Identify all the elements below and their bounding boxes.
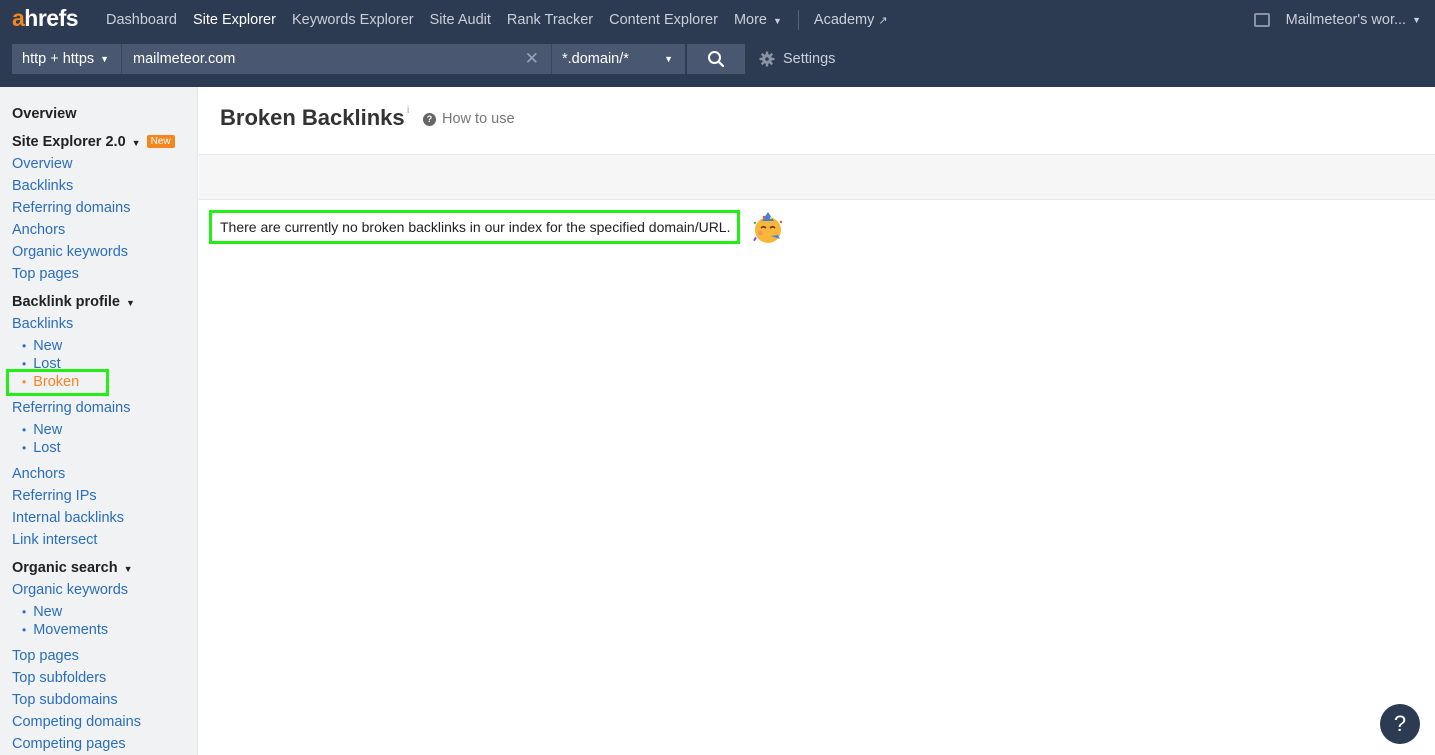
sidebar-item-organic-keywords[interactable]: Organic keywords — [12, 244, 128, 260]
info-icon[interactable]: i — [407, 105, 409, 116]
nav-divider — [797, 10, 799, 30]
url-input[interactable]: mailmeteor.com ✕ — [122, 44, 552, 74]
how-to-use-label: How to use — [442, 111, 515, 127]
sidebar-item-referring-domains[interactable]: Referring domains — [12, 400, 130, 416]
how-to-use-link[interactable]: ? How to use — [423, 111, 515, 127]
sidebar-subitem-label: Lost — [33, 440, 61, 456]
bullet: • — [22, 441, 27, 455]
sidebar-subitem-new[interactable]: • New — [22, 422, 62, 438]
nav-site-explorer[interactable]: Site Explorer — [193, 12, 276, 28]
question-icon: ? — [423, 112, 436, 126]
sidebar-subitem-label: New — [33, 338, 63, 354]
sidebar-subitem-new[interactable]: • New — [22, 338, 62, 354]
protocol-select[interactable]: http + https ▼ — [12, 44, 122, 74]
sidebar-item-anchors[interactable]: Anchors — [12, 222, 65, 238]
chevron-down-icon: ▼ — [664, 54, 673, 64]
sidebar-item-overview[interactable]: Overview — [12, 156, 72, 172]
bullet: • — [22, 623, 27, 637]
help-button[interactable]: ? — [1380, 704, 1420, 744]
sidebar-item-backlinks[interactable]: Backlinks — [12, 316, 73, 332]
nav-content-explorer[interactable]: Content Explorer — [609, 12, 718, 28]
sidebar-subitem-label: New — [33, 422, 63, 438]
sidebar-item-referring-ips[interactable]: Referring IPs — [12, 488, 97, 504]
sidebar-item-anchors[interactable]: Anchors — [12, 466, 65, 482]
mode-value: *.domain/* — [562, 51, 629, 67]
sidebar-subitem-label: New — [33, 604, 63, 620]
chevron-down-icon: ▼ — [126, 298, 135, 308]
sidebar-subitem-new[interactable]: • New — [22, 604, 62, 620]
external-link-icon: ↗ — [878, 15, 888, 27]
sidebar-head-label: Backlink profile — [12, 294, 120, 310]
main-nav: ahrefs Dashboard Site Explorer Keywords … — [0, 0, 1435, 40]
protocol-value: http + https — [22, 51, 95, 67]
sidebar-item-top-pages[interactable]: Top pages — [12, 266, 79, 282]
gear-icon — [759, 51, 775, 67]
nav-rank-tracker[interactable]: Rank Tracker — [507, 12, 593, 28]
nav-academy[interactable]: Academy ↗ — [814, 12, 888, 28]
account-menu[interactable]: Mailmeteor's wor... ▼ — [1253, 0, 1421, 40]
nav-academy-label: Academy — [813, 12, 875, 28]
mode-select[interactable]: *.domain/* ▼ — [552, 44, 685, 74]
empty-state-message: There are currently no broken backlinks … — [209, 210, 740, 244]
page-title: Broken Backlinks — [220, 105, 405, 130]
empty-state-text: There are currently no broken backlinks … — [220, 219, 731, 235]
search-icon — [708, 51, 725, 68]
chevron-down-icon: ▼ — [131, 138, 141, 148]
nav-keywords-explorer[interactable]: Keywords Explorer — [292, 12, 414, 28]
sidebar-subitem-lost[interactable]: • Lost — [22, 440, 61, 456]
nav-more-label: More — [733, 12, 767, 28]
nav-more[interactable]: More ▼ — [734, 12, 782, 28]
sidebar: Overview Site Explorer 2.0 ▼ New Overview… — [0, 87, 198, 755]
logo-rest: hrefs — [24, 5, 79, 31]
settings-button[interactable]: Settings — [759, 44, 835, 74]
party-face-icon — [753, 212, 783, 243]
sidebar-item-top-subfolders[interactable]: Top subfolders — [12, 670, 106, 686]
sidebar-item-internal-backlinks[interactable]: Internal backlinks — [12, 510, 124, 526]
new-badge: New — [146, 135, 175, 148]
top-bar: ahrefs Dashboard Site Explorer Keywords … — [0, 0, 1435, 87]
sidebar-item-top-pages[interactable]: Top pages — [12, 648, 79, 664]
bullet: • — [22, 605, 27, 619]
bullet: • — [22, 339, 27, 353]
sidebar-item-competing-domains[interactable]: Competing domains — [12, 714, 141, 730]
sidebar-head-label: Organic search — [12, 560, 118, 576]
nav-dashboard[interactable]: Dashboard — [106, 12, 177, 28]
sidebar-head-label: Site Explorer 2.0 — [12, 134, 126, 150]
bullet: • — [22, 423, 27, 437]
sidebar-subitem-movements[interactable]: • Movements — [22, 622, 108, 638]
sidebar-head-site-explorer-2[interactable]: Site Explorer 2.0 ▼ New — [12, 134, 175, 150]
sidebar-head-organic-search[interactable]: Organic search ▼ — [12, 560, 133, 576]
chevron-down-icon: ▼ — [773, 16, 782, 26]
search-bar: http + https ▼ mailmeteor.com ✕ *.domain/*… — [12, 44, 835, 74]
account-name: Mailmeteor's wor... — [1285, 12, 1407, 28]
chevron-down-icon: ▼ — [123, 564, 133, 574]
highlight-box — [6, 369, 109, 396]
sidebar-item-link-intersect[interactable]: Link intersect — [12, 532, 97, 548]
main-content: Broken Backlinks i ? How to use There ar… — [199, 87, 1435, 755]
sidebar-subitem-label: Movements — [33, 622, 109, 638]
ahrefs-logo[interactable]: ahrefs — [12, 5, 79, 32]
search-button[interactable] — [687, 44, 745, 74]
sidebar-item-referring-domains[interactable]: Referring domains — [12, 200, 130, 216]
sidebar-item-top-subdomains[interactable]: Top subdomains — [12, 692, 118, 708]
sidebar-item-backlinks[interactable]: Backlinks — [12, 178, 73, 194]
workspace-icon — [1253, 13, 1270, 27]
sidebar-item-organic-keywords[interactable]: Organic keywords — [12, 582, 128, 598]
chevron-down-icon: ▼ — [1412, 15, 1421, 25]
logo-a: a — [12, 5, 25, 31]
sidebar-head-backlink-profile[interactable]: Backlink profile ▼ — [12, 294, 135, 310]
sidebar-item-competing-pages[interactable]: Competing pages — [12, 736, 126, 752]
filter-toolbar — [199, 154, 1435, 200]
nav-site-audit[interactable]: Site Audit — [430, 12, 491, 28]
url-value: mailmeteor.com — [133, 51, 236, 67]
sidebar-head-overview[interactable]: Overview — [12, 106, 77, 122]
chevron-down-icon: ▼ — [100, 54, 110, 64]
close-icon[interactable]: ✕ — [525, 49, 539, 69]
settings-label: Settings — [783, 51, 836, 67]
